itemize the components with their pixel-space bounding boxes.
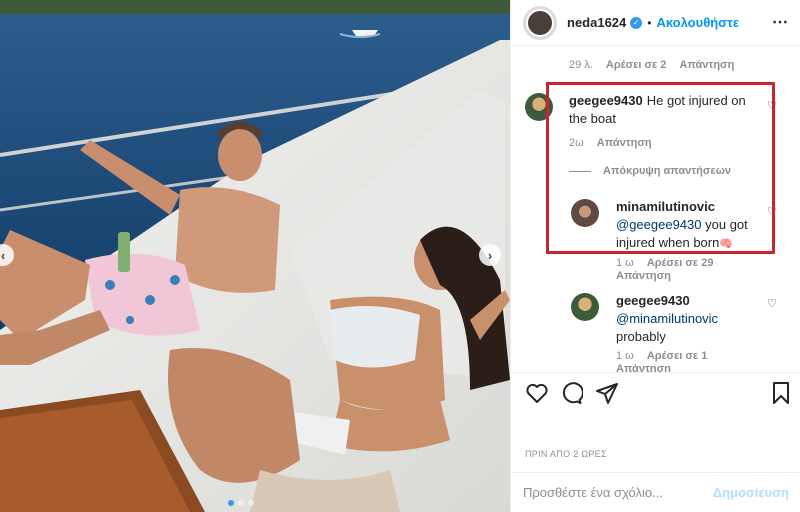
reply-link[interactable]: Απάντηση [616, 363, 671, 372]
commenter-avatar[interactable] [571, 293, 599, 321]
reply-likes[interactable]: Αρέσει σε 1 [647, 350, 708, 362]
carousel-next-button[interactable]: › [479, 244, 501, 266]
carousel-dot [228, 500, 234, 506]
post-actions [511, 372, 800, 432]
reply-age: 1 ω [616, 350, 634, 362]
comment-icon[interactable] [559, 381, 583, 405]
comment-likes[interactable]: Αρέσει σε 2 [606, 59, 667, 71]
post-header: neda1624 ✓ • Ακολουθήστε ⋯ [511, 0, 800, 46]
follow-button[interactable]: Ακολουθήστε [656, 15, 739, 30]
reply-likes[interactable]: Αρέσει σε 29 [647, 257, 714, 269]
comment-input[interactable] [523, 485, 713, 500]
carousel-dots [228, 500, 254, 506]
reply-age: 1 ω [616, 257, 634, 269]
reply-link[interactable]: Απάντηση [616, 270, 671, 282]
like-comment-icon[interactable]: ♡ [767, 297, 777, 310]
post-photo: ‹ › [0, 0, 510, 512]
photo-illustration [0, 0, 510, 512]
carousel-dot [238, 500, 244, 506]
author-avatar[interactable] [523, 5, 557, 40]
reply-text: probably [616, 329, 666, 344]
post-comment-button[interactable]: Δημοσίευση [713, 485, 789, 500]
reply-username[interactable]: geegee9430 [616, 293, 690, 308]
author-username[interactable]: neda1624 [567, 15, 626, 30]
header-separator: • [647, 15, 652, 30]
reply-body: geegee9430 @minamilutinovic probably [616, 292, 766, 346]
post-timestamp: ΠΡΙΝ ΑΠΟ 2 ΩΡΕΣ [525, 449, 607, 459]
add-comment-bar: Δημοσίευση [511, 472, 800, 512]
more-options-icon[interactable]: ⋯ [772, 12, 789, 32]
highlight-box [546, 82, 775, 254]
reply-meta: 1 ω Αρέσει σε 29 Απάντηση [616, 257, 796, 283]
reply-link[interactable]: Απάντηση [679, 59, 734, 71]
heart-icon[interactable] [525, 381, 549, 405]
bookmark-icon[interactable] [769, 381, 793, 405]
carousel-dot [248, 500, 254, 506]
reply-meta: 1 ω Αρέσει σε 1 Απάντηση [616, 350, 796, 372]
avatar-image [526, 8, 554, 37]
comment-meta: 29 λ. Αρέσει σε 2 Απάντηση [569, 59, 744, 71]
reply-mention[interactable]: @minamilutinovic [616, 311, 718, 326]
verified-icon: ✓ [630, 16, 643, 29]
comment-age: 29 λ. [569, 59, 593, 71]
post-sidebar: neda1624 ✓ • Ακολουθήστε ⋯ 29 λ. Αρέσει … [510, 0, 800, 512]
share-icon[interactable] [595, 381, 619, 405]
